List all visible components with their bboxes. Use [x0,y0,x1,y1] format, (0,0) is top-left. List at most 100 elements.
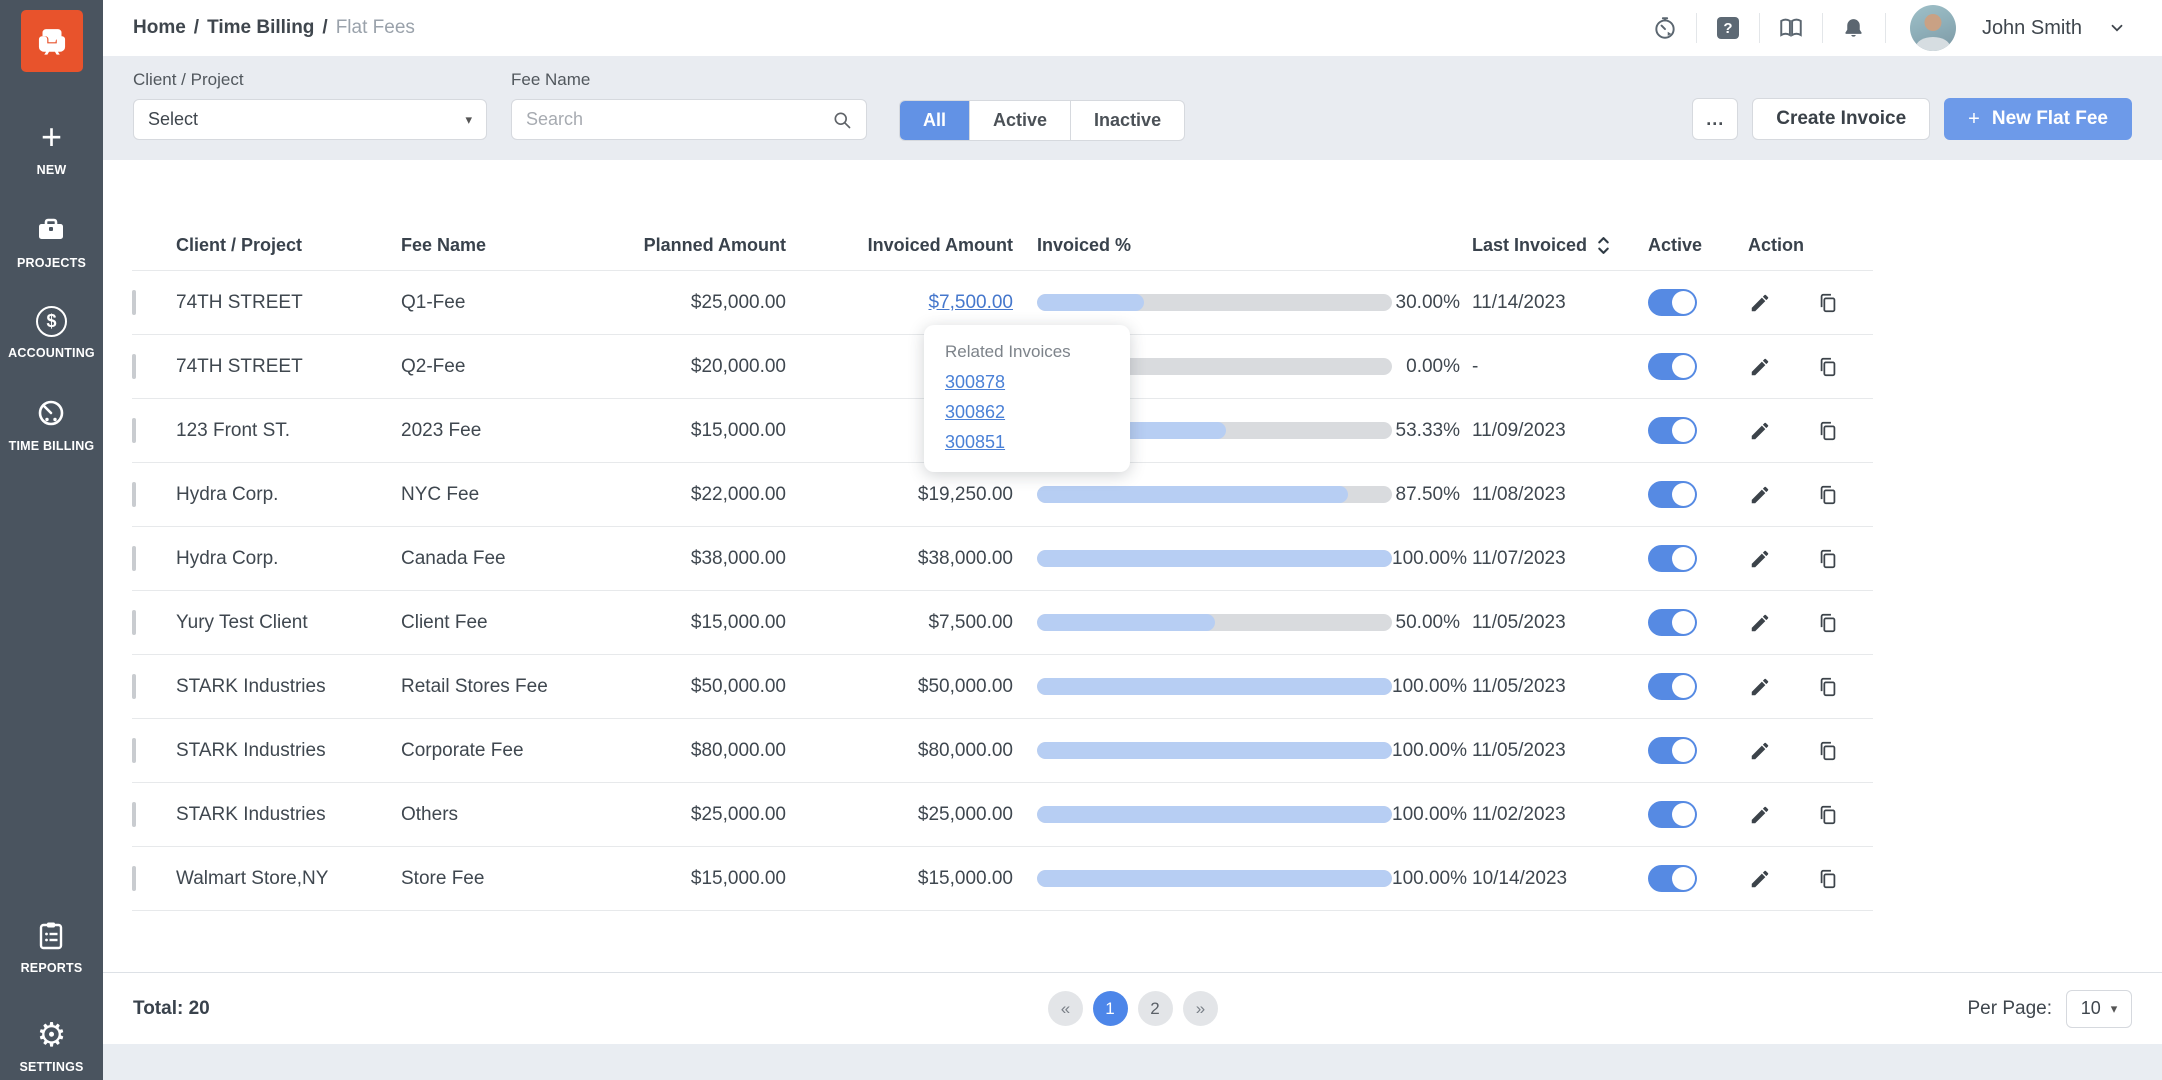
fee-name-search[interactable] [511,99,867,140]
edit-pencil-icon[interactable] [1748,867,1772,891]
sidebar-item-label: REPORTS [21,961,83,975]
row-checkbox[interactable] [132,802,136,827]
sidebar-item-label: TIME BILLING [9,439,95,453]
edit-pencil-icon[interactable] [1748,291,1772,315]
invoice-link[interactable]: 300878 [945,372,1109,393]
sidebar-item-time-billing[interactable]: TIME BILLING [9,396,95,453]
toggle-knob [1672,739,1695,762]
chevron-down-icon[interactable] [2102,13,2132,43]
book-icon[interactable] [1776,13,1806,43]
row-checkbox[interactable] [132,866,136,891]
copy-icon[interactable] [1816,355,1840,379]
active-toggle[interactable] [1648,673,1697,700]
last-invoiced-cell: 11/14/2023 [1460,292,1640,314]
copy-icon[interactable] [1816,803,1840,827]
briefcase-icon [34,213,68,247]
copy-icon[interactable] [1816,739,1840,763]
active-toggle[interactable] [1648,865,1697,892]
row-checkbox[interactable] [132,546,136,571]
timer-icon [34,396,68,430]
planned-amount-cell: $25,000.00 [631,292,786,314]
copy-icon[interactable] [1816,291,1840,315]
tab-all[interactable]: All [900,101,969,140]
edit-pencil-icon[interactable] [1748,739,1772,763]
planned-amount-cell: $38,000.00 [631,548,786,570]
active-toggle[interactable] [1648,417,1697,444]
sidebar-item-reports[interactable]: REPORTS [21,918,83,975]
pagination-page-1[interactable]: 1 [1093,991,1128,1026]
sidebar-item-settings[interactable]: ⚙ SETTINGS [19,1017,83,1074]
edit-pencil-icon[interactable] [1748,483,1772,507]
copy-icon[interactable] [1816,675,1840,699]
invoiced-progress-bar [1037,742,1392,759]
related-invoices-tooltip: Related Invoices 300878 300862 300851 [924,325,1130,472]
search-input[interactable] [526,109,832,130]
timer-tracker-icon[interactable] [1650,13,1680,43]
row-checkbox[interactable] [132,418,136,443]
col-invoiced-amount: Invoiced Amount [786,235,1013,256]
table-header-row: Client / Project Fee Name Planned Amount… [132,220,1873,270]
caret-down-icon: ▾ [465,112,472,128]
tab-inactive[interactable]: Inactive [1070,101,1184,140]
invoiced-pct-value: 100.00% [1392,740,1467,762]
invoiced-progress-fill [1037,294,1144,311]
row-checkbox[interactable] [132,354,136,379]
sidebar-item-accounting[interactable]: $ ACCOUNTING [8,306,95,360]
help-icon[interactable]: ? [1713,13,1743,43]
copy-icon[interactable] [1816,419,1840,443]
new-flat-fee-button[interactable]: + New Flat Fee [1944,98,2132,140]
client-project-cell: STARK Industries [176,804,401,826]
toggle-knob [1672,867,1695,890]
invoiced-progress-fill [1037,486,1348,503]
breadcrumb-time-billing[interactable]: Time Billing [207,17,314,39]
edit-pencil-icon[interactable] [1748,675,1772,699]
pagination-page-2[interactable]: 2 [1138,991,1173,1026]
tab-active[interactable]: Active [969,101,1070,140]
breadcrumb-home[interactable]: Home [133,17,186,39]
invoice-link[interactable]: 300851 [945,432,1109,453]
user-avatar[interactable] [1910,5,1956,51]
invoiced-amount-link[interactable]: $7,500.00 [786,292,1013,314]
copy-icon[interactable] [1816,611,1840,635]
edit-pencil-icon[interactable] [1748,803,1772,827]
client-project-cell: Yury Test Client [176,612,401,634]
edit-pencil-icon[interactable] [1748,355,1772,379]
pagination-prev-button[interactable]: « [1048,991,1083,1026]
sidebar-item-projects[interactable]: PROJECTS [17,213,86,270]
active-toggle[interactable] [1648,737,1697,764]
bell-icon[interactable] [1839,13,1869,43]
edit-pencil-icon[interactable] [1748,611,1772,635]
invoiced-pct-value: 100.00% [1392,548,1467,570]
edit-pencil-icon[interactable] [1748,419,1772,443]
active-toggle[interactable] [1648,609,1697,636]
copy-icon[interactable] [1816,547,1840,571]
search-icon [832,110,852,130]
row-checkbox[interactable] [132,482,136,507]
pagination-next-button[interactable]: » [1183,991,1218,1026]
row-checkbox[interactable] [132,738,136,763]
active-toggle[interactable] [1648,481,1697,508]
edit-pencil-icon[interactable] [1748,547,1772,571]
row-checkbox[interactable] [132,674,136,699]
sidebar-item-new[interactable]: + NEW [35,120,69,177]
client-project-select[interactable]: Select ▾ [133,99,487,140]
col-client-project: Client / Project [176,235,401,256]
active-toggle[interactable] [1648,353,1697,380]
copy-icon[interactable] [1816,483,1840,507]
active-toggle[interactable] [1648,289,1697,316]
active-toggle[interactable] [1648,545,1697,572]
last-invoiced-cell: 11/05/2023 [1460,612,1640,634]
row-checkbox[interactable] [132,290,136,315]
active-toggle[interactable] [1648,801,1697,828]
planned-amount-cell: $15,000.00 [631,868,786,890]
col-last-invoiced-sort[interactable]: Last Invoiced [1472,235,1640,256]
invoice-link[interactable]: 300862 [945,402,1109,423]
create-invoice-button[interactable]: Create Invoice [1752,98,1930,140]
more-options-button[interactable]: ... [1692,98,1738,140]
copy-icon[interactable] [1816,867,1840,891]
planned-amount-cell: $15,000.00 [631,420,786,442]
per-page-select[interactable]: 10 ▾ [2066,990,2132,1028]
app-logo[interactable] [21,10,83,72]
row-checkbox[interactable] [132,610,136,635]
sidebar-item-label: NEW [37,163,67,177]
